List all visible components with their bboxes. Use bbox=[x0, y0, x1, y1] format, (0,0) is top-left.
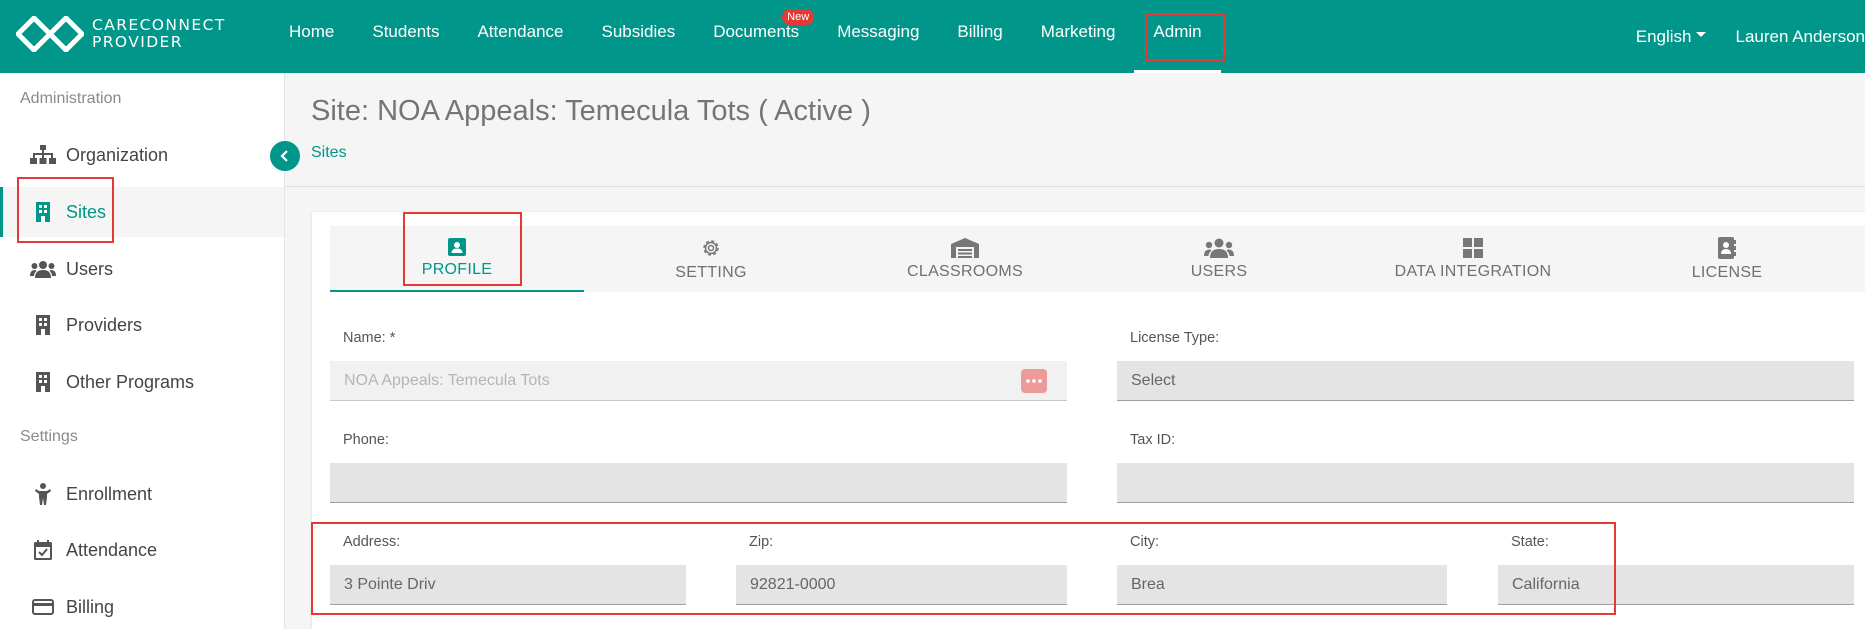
tab-users[interactable]: USERS bbox=[1092, 226, 1346, 292]
tab-classrooms[interactable]: CLASSROOMS bbox=[838, 226, 1092, 292]
name-label: Name: * bbox=[343, 330, 396, 346]
sidebar-section-settings: Settings bbox=[20, 428, 78, 445]
license-type-select[interactable]: Select bbox=[1117, 361, 1854, 401]
id-badge-icon bbox=[448, 237, 466, 256]
logo-text: CARECONNECT PROVIDER bbox=[92, 17, 226, 51]
tax-id-label: Tax ID: bbox=[1130, 432, 1176, 448]
tab-license[interactable]: LICENSE bbox=[1600, 226, 1854, 292]
warehouse-icon bbox=[951, 237, 979, 258]
tab-label: LICENSE bbox=[1691, 263, 1763, 281]
sidebar-item-sites[interactable]: Sites bbox=[0, 187, 284, 237]
tab-label: DATA INTEGRATION bbox=[1394, 262, 1552, 280]
ellipsis-icon bbox=[1026, 379, 1042, 383]
careconnect-logo-icon bbox=[16, 16, 84, 52]
address-label: Address: bbox=[343, 534, 401, 550]
windows-icon bbox=[1463, 237, 1483, 258]
users-icon bbox=[30, 258, 56, 280]
tab-label: PROFILE bbox=[421, 260, 493, 278]
sidebar-collapse-button[interactable] bbox=[270, 141, 300, 171]
nav-documents[interactable]: Documents New bbox=[694, 0, 818, 73]
nav-right-group: English Lauren Anderson bbox=[1636, 0, 1865, 73]
building-icon bbox=[30, 371, 56, 393]
sidebar-item-providers[interactable]: Providers bbox=[0, 300, 284, 350]
building-icon bbox=[30, 314, 56, 336]
name-field[interactable]: NOA Appeals: Temecula Tots bbox=[330, 361, 1067, 401]
logo-line1: CARECONNECT bbox=[92, 16, 226, 34]
tab-label: SETTING bbox=[675, 263, 747, 281]
nav-documents-label: Documents bbox=[713, 22, 800, 41]
zip-label: Zip: bbox=[749, 534, 774, 550]
app-logo[interactable]: CARECONNECT PROVIDER bbox=[16, 16, 226, 52]
main-nav: Home Students Attendance Subsidies Docum… bbox=[270, 0, 1221, 73]
logo-line2: PROVIDER bbox=[92, 33, 183, 51]
sidebar-item-label: Enrollment bbox=[66, 483, 153, 504]
child-icon bbox=[30, 483, 56, 505]
address-input[interactable]: 3 Pointe Driv bbox=[330, 565, 686, 605]
tax-id-input[interactable] bbox=[1117, 463, 1854, 503]
sidebar-section-administration: Administration bbox=[20, 90, 122, 107]
header-divider bbox=[286, 186, 1865, 187]
phone-label: Phone: bbox=[343, 432, 389, 448]
new-badge: New bbox=[782, 9, 815, 25]
name-field-value: NOA Appeals: Temecula Tots bbox=[344, 371, 550, 389]
nav-attendance[interactable]: Attendance bbox=[458, 0, 582, 73]
nav-messaging[interactable]: Messaging bbox=[818, 0, 938, 73]
state-label: State: bbox=[1511, 534, 1549, 550]
nav-home[interactable]: Home bbox=[270, 0, 353, 73]
tab-label: CLASSROOMS bbox=[907, 262, 1023, 280]
state-select[interactable]: California bbox=[1498, 565, 1854, 605]
city-label: City: bbox=[1130, 534, 1159, 550]
sidebar-item-users[interactable]: Users bbox=[0, 244, 284, 294]
language-select[interactable]: English bbox=[1636, 27, 1706, 47]
site-tabs: PROFILE SETTING CLASSROOMS USERS DATA IN… bbox=[330, 226, 1865, 292]
page-title: Site: NOA Appeals: Temecula Tots ( Activ… bbox=[311, 95, 871, 127]
sidebar-item-label: Sites bbox=[66, 201, 107, 222]
nav-billing[interactable]: Billing bbox=[938, 0, 1021, 73]
caret-down-icon bbox=[1695, 32, 1706, 37]
tab-profile[interactable]: PROFILE bbox=[330, 226, 584, 292]
city-input[interactable]: Brea bbox=[1117, 565, 1447, 605]
user-menu[interactable]: Lauren Anderson bbox=[1736, 27, 1865, 47]
phone-input[interactable] bbox=[330, 463, 1067, 503]
sidebar-item-other-programs[interactable]: Other Programs bbox=[0, 357, 284, 407]
language-label: English bbox=[1635, 26, 1692, 46]
tab-data-integration[interactable]: DATA INTEGRATION bbox=[1346, 226, 1600, 292]
sidebar-item-label: Providers bbox=[66, 314, 143, 335]
building-icon bbox=[30, 201, 56, 223]
sidebar-item-attendance[interactable]: Attendance bbox=[0, 525, 284, 575]
sidebar-item-label: Attendance bbox=[66, 539, 158, 560]
sidebar: Administration Organization Sites Users … bbox=[0, 73, 285, 629]
license-type-label: License Type: bbox=[1130, 330, 1220, 346]
sidebar-item-label: Users bbox=[66, 258, 114, 279]
tab-setting[interactable]: SETTING bbox=[584, 226, 838, 292]
nav-subsidies[interactable]: Subsidies bbox=[582, 0, 694, 73]
credit-card-icon bbox=[30, 596, 56, 618]
sidebar-item-label: Organization bbox=[66, 144, 169, 165]
gear-icon bbox=[703, 239, 719, 256]
sidebar-item-label: Billing bbox=[66, 596, 115, 617]
sidebar-item-billing[interactable]: Billing bbox=[0, 582, 284, 629]
calendar-check-icon bbox=[30, 539, 56, 561]
contact-book-icon bbox=[1718, 236, 1736, 259]
more-options-button[interactable] bbox=[1021, 369, 1047, 393]
sidebar-item-label: Other Programs bbox=[66, 371, 195, 392]
nav-admin[interactable]: Admin bbox=[1134, 0, 1221, 73]
tab-label: USERS bbox=[1190, 262, 1248, 280]
zip-input[interactable]: 92821-0000 bbox=[736, 565, 1067, 605]
breadcrumb-sites[interactable]: Sites bbox=[311, 144, 347, 162]
nav-marketing[interactable]: Marketing bbox=[1022, 0, 1135, 73]
top-navigation-bar: CARECONNECT PROVIDER Home Students Atten… bbox=[0, 0, 1865, 73]
chevron-left-icon bbox=[280, 150, 288, 162]
sidebar-item-enrollment[interactable]: Enrollment bbox=[0, 469, 284, 519]
users-icon bbox=[1204, 238, 1234, 258]
nav-students[interactable]: Students bbox=[353, 0, 458, 73]
sitemap-icon bbox=[30, 144, 56, 166]
sidebar-item-organization[interactable]: Organization bbox=[0, 130, 284, 180]
